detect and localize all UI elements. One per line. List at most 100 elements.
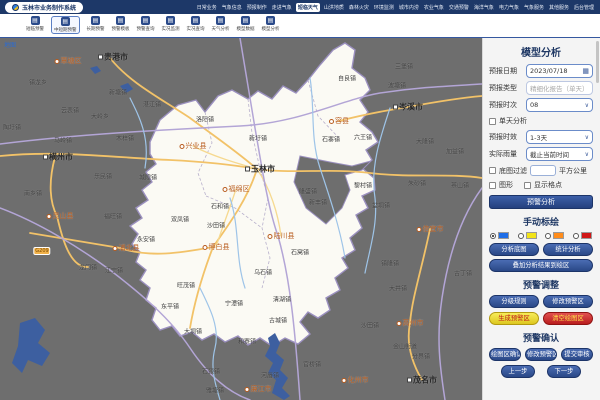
top-menu-item[interactable]: 日常业务 [196, 3, 218, 12]
warning-adjust-button[interactable]: 分级规则 [489, 295, 539, 308]
toolbar-item[interactable]: ▤ 实况监测 [162, 16, 180, 32]
single-day-label: 单天分析 [499, 116, 527, 126]
draw-color-option[interactable] [545, 232, 564, 239]
graphic-checkbox[interactable] [489, 182, 496, 189]
forecast-time-row: 预报时次 08 ∨ [489, 98, 593, 112]
app-title: 玉林市业务制作系统 [22, 3, 76, 12]
map-label: 古丁镇 [454, 269, 472, 278]
top-menu-item[interactable]: 海洋气象 [473, 3, 495, 12]
area-filter-input[interactable] [530, 165, 556, 176]
map-label: 信宜市 [417, 224, 444, 234]
module-icon: ▤ [116, 16, 125, 25]
warning-confirm-button[interactable]: 修改预警区 [525, 348, 557, 361]
globe-logo-icon [12, 4, 19, 11]
map-label: 旺茂镇 [177, 281, 195, 290]
map-label: 分界镇 [412, 352, 430, 361]
manual-draw-button[interactable]: 统计分析 [543, 243, 593, 256]
map-label: 六王镇 [354, 133, 372, 142]
draw-color-option[interactable] [518, 232, 537, 239]
toolbar-item[interactable]: ▤ 模型分析 [262, 16, 280, 32]
top-menu-item[interactable]: 走进气象 [271, 3, 293, 12]
module-toolbar: ▤ 短临预警 ▤ 中短期预警 ▤ 长期预警 ▤ 预警模板 ▤ 预警查询 ▤ 实况… [0, 14, 600, 38]
panel-scrollbar[interactable] [596, 41, 599, 83]
top-menu-item[interactable]: 山洪地质 [323, 3, 345, 12]
validity-label: 预报时效 [489, 132, 522, 142]
toolbar-item[interactable]: ▤ 实况查询 [187, 16, 205, 32]
top-menu-item[interactable]: 交通预警 [448, 3, 470, 12]
draw-color-option[interactable] [490, 232, 509, 239]
step-nav-button[interactable]: 下一步 [547, 365, 581, 378]
map-label: 镇隆镇 [381, 259, 399, 268]
color-swatch [526, 232, 537, 239]
map-label: 龙门镇 [79, 263, 97, 272]
forecast-date-label: 预报日期 [489, 66, 522, 76]
map-label: 石和镇 [211, 202, 229, 211]
map-label: 南乡镇 [24, 189, 42, 198]
map-label: 清湖镇 [273, 295, 291, 304]
top-menu-item[interactable]: 环境监测 [373, 3, 395, 12]
calendar-icon[interactable]: ▦ [582, 67, 589, 75]
toolbar-item[interactable]: ▤ 短临预警 [26, 16, 44, 32]
top-menu-item[interactable]: 电力气象 [498, 3, 520, 12]
top-menu-item[interactable]: 城市内涝 [398, 3, 420, 12]
toolbar-item[interactable]: ▤ 预警模板 [112, 16, 130, 32]
forecast-date-input[interactable]: 2023/07/18 ▦ [526, 64, 593, 78]
top-menu-item[interactable]: 农业气象 [423, 3, 445, 12]
warning-confirm-button[interactable]: 绘图区确认 [489, 348, 521, 361]
map-label: 河唇镇 [261, 371, 279, 380]
color-radio[interactable] [490, 233, 496, 239]
forecast-type-input[interactable]: 精细化报告（单天） [526, 81, 593, 95]
single-day-checkbox[interactable] [489, 118, 496, 125]
toolbar-item-label: 中短期预警 [54, 27, 77, 33]
toolbar-item[interactable]: ▤ 模型数据 [237, 16, 255, 32]
rain-select[interactable]: 截止当前时间 ∨ [526, 147, 593, 161]
rain-value: 截止当前时间 [530, 149, 569, 159]
panel-title: 模型分析 [489, 44, 593, 59]
filter-checkbox[interactable] [489, 167, 496, 174]
top-menu-item[interactable]: 短临天气 [296, 3, 320, 12]
top-menu-item[interactable]: 气象服务 [523, 3, 545, 12]
map-canvas[interactable]: 地图 贵港市 横州市 玉林市 岑溪市 茂名市 覃塘区 兴业县 福绵区 容县 陆川 [0, 38, 482, 400]
color-radio[interactable] [573, 233, 579, 239]
grid-checkbox[interactable] [524, 182, 531, 189]
top-menu-item[interactable]: 其他服务 [548, 3, 570, 12]
manual-draw-title: 手动标绘 [489, 215, 593, 228]
map-label: 隆盛镇 [299, 187, 317, 196]
top-menu-item[interactable]: 森林火灾 [348, 3, 370, 12]
module-icon: ▤ [166, 16, 175, 25]
top-menu-item[interactable]: 预报制作 [246, 3, 268, 12]
step-nav-button[interactable]: 上一步 [501, 365, 535, 378]
validity-value: 1-3天 [530, 132, 547, 142]
map-label: 湛江镇 [143, 100, 161, 109]
top-menu-item[interactable]: 后台管理 [573, 3, 595, 12]
map-label: 东平镇 [161, 302, 179, 311]
toolbar-item[interactable]: ▤ 天气分析 [212, 16, 230, 32]
draw-color-option[interactable] [573, 232, 592, 239]
warning-adjust-button[interactable]: 生成预警区 [489, 312, 539, 325]
toolbar-item[interactable]: ▤ 中短期预警 [51, 16, 80, 34]
map-label: 福绵区 [223, 184, 250, 194]
toolbar-item[interactable]: ▤ 长期预警 [87, 16, 105, 32]
manual-draw-button[interactable]: 分析底图 [489, 243, 539, 256]
main-content: 地图 贵港市 横州市 玉林市 岑溪市 茂名市 覃塘区 兴业县 福绵区 容县 陆川 [0, 38, 600, 400]
map-label: 石寨镇 [322, 135, 340, 144]
top-menu-item[interactable]: 气象信息 [221, 3, 243, 12]
toolbar-item-label: 短临预警 [26, 26, 44, 32]
validity-select[interactable]: 1-3天 ∨ [526, 130, 593, 144]
toolbar-item-label: 实况查询 [187, 26, 205, 32]
toolbar-item[interactable]: ▤ 预警查询 [137, 16, 155, 32]
overlay-result-button[interactable]: 叠加分析结果到绘区 [489, 259, 593, 272]
grid-label: 显示格点 [534, 180, 562, 190]
map-layer-link[interactable]: 地图 [4, 40, 16, 49]
forecast-time-select[interactable]: 08 ∨ [526, 98, 593, 112]
module-icon: ▤ [191, 16, 200, 25]
warning-adjust-button[interactable]: 清空绘图区 [543, 312, 593, 325]
module-icon: ▤ [266, 16, 275, 25]
map-label: 大井镇 [389, 284, 407, 293]
color-radio[interactable] [545, 233, 551, 239]
warning-confirm-button[interactable]: 提交审核 [561, 348, 593, 361]
warning-adjust-button[interactable]: 修改预警区 [543, 295, 593, 308]
warning-analyze-button[interactable]: 预警分析 [489, 195, 593, 209]
warning-adjust-title: 预警调整 [489, 278, 593, 291]
color-radio[interactable] [518, 233, 524, 239]
